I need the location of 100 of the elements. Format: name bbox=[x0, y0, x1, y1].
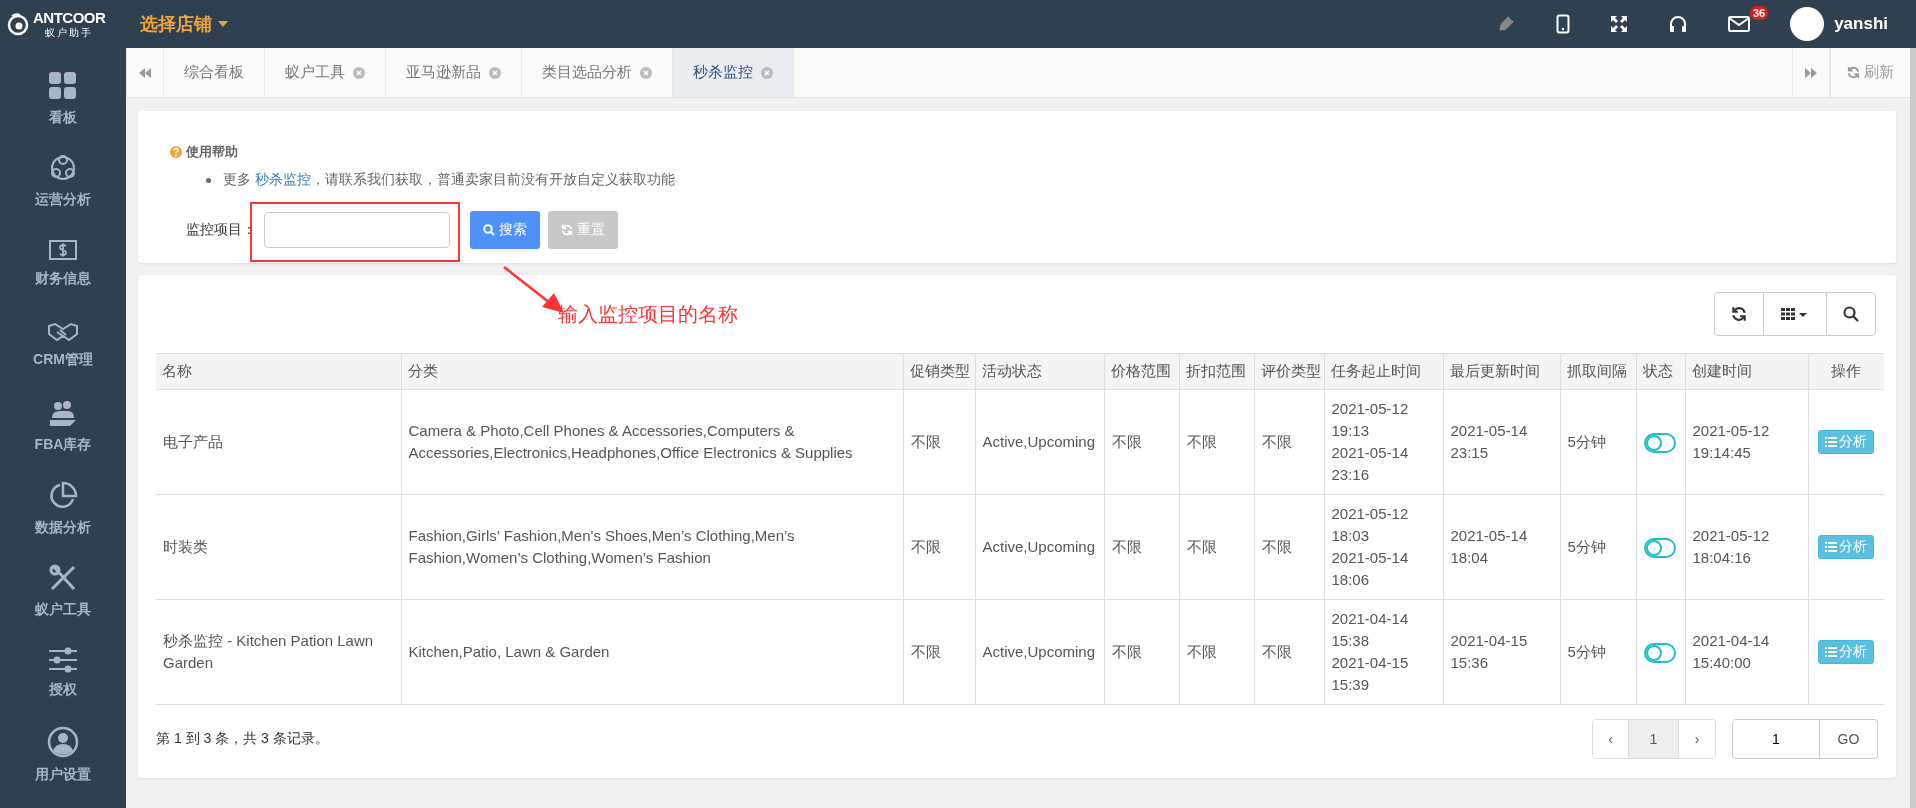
search-input[interactable] bbox=[264, 212, 450, 248]
close-icon[interactable] bbox=[640, 66, 652, 79]
table-cell: 不限 bbox=[910, 643, 941, 660]
table-cell: 不限 bbox=[1261, 643, 1292, 660]
money-icon bbox=[48, 238, 78, 262]
status-toggle[interactable] bbox=[1643, 538, 1676, 558]
close-icon[interactable] bbox=[761, 66, 773, 79]
sidebar-item[interactable]: CRM管理 bbox=[0, 304, 126, 386]
table-cell-text: 2021-05-14 18:06 bbox=[1331, 548, 1410, 590]
nodes-icon bbox=[48, 153, 78, 183]
refresh-icon bbox=[561, 224, 573, 236]
record-summary: 第 1 到 3 条，共 3 条记录。 bbox=[156, 730, 329, 748]
column-header: 创建时间 bbox=[1685, 353, 1808, 390]
column-header: 操作 bbox=[1808, 353, 1884, 390]
headphones-icon[interactable] bbox=[1668, 14, 1689, 34]
table-cell: Kitchen,Patio, Lawn & Garden bbox=[408, 643, 610, 660]
table-cell-text: 2021-05-12 18:03 bbox=[1331, 504, 1410, 546]
table-cell: 不限 bbox=[910, 433, 941, 450]
sidebar-item[interactable]: 财务信息 bbox=[0, 222, 126, 304]
sidebar-item[interactable]: 蚁户工具 bbox=[0, 550, 126, 632]
close-icon[interactable] bbox=[353, 66, 365, 79]
refresh-icon bbox=[1731, 306, 1747, 322]
double-left-icon bbox=[139, 67, 151, 78]
go-button[interactable]: GO bbox=[1820, 719, 1878, 759]
table-cell: 5分钟 bbox=[1567, 538, 1606, 555]
refresh-icon bbox=[1847, 66, 1860, 79]
user-name[interactable]: yanshi bbox=[1834, 14, 1888, 34]
close-icon[interactable] bbox=[489, 66, 501, 79]
scroll-right-button[interactable] bbox=[1792, 48, 1830, 97]
people-icon bbox=[48, 400, 78, 428]
sidebar-item[interactable]: 用户设置 bbox=[0, 714, 126, 796]
sidebar-item[interactable]: 看板 bbox=[0, 58, 126, 140]
grid-caret-icon bbox=[1781, 307, 1809, 321]
phone-icon[interactable] bbox=[1556, 14, 1571, 34]
table-cell-text: 2021-04-15 15:36 bbox=[1450, 631, 1529, 673]
search-button[interactable] bbox=[1826, 292, 1876, 336]
grid-icon bbox=[48, 71, 78, 101]
search-icon bbox=[483, 224, 495, 236]
table-cell: 不限 bbox=[1186, 643, 1217, 660]
column-header: 评价类型 bbox=[1254, 353, 1324, 390]
table-cell-text: 2021-05-12 19:14:45 bbox=[1692, 421, 1771, 463]
table-cell: 不限 bbox=[1111, 643, 1142, 660]
sliders-icon bbox=[48, 647, 78, 673]
store-selector[interactable]: 选择店铺 bbox=[140, 12, 228, 36]
field-label: 监控项目： bbox=[186, 221, 256, 239]
logo-icon bbox=[6, 12, 30, 36]
table-cell: 不限 bbox=[1186, 538, 1217, 555]
table-cell: 不限 bbox=[1111, 538, 1142, 555]
sidebar-item[interactable]: 运营分析 bbox=[0, 140, 126, 222]
sidebar-item[interactable]: 数据分析 bbox=[0, 468, 126, 550]
table-cell: 不限 bbox=[1111, 433, 1142, 450]
table-cell: 秒杀监控 - Kitchen Pation Lawn Garden bbox=[163, 632, 374, 671]
table-cell-text: 2021-04-14 15:38 bbox=[1331, 609, 1410, 651]
scroll-left-button[interactable] bbox=[126, 48, 164, 97]
fullscreen-icon[interactable] bbox=[1610, 15, 1629, 33]
help-link[interactable]: 秒杀监控 bbox=[254, 171, 311, 187]
caret-icon bbox=[218, 21, 228, 27]
search-button[interactable]: 搜索 bbox=[470, 211, 540, 249]
table-cell: 时装类 bbox=[163, 538, 208, 555]
pie-chart-icon bbox=[48, 481, 78, 511]
sidebar-item[interactable]: FBA库存 bbox=[0, 386, 126, 468]
status-toggle[interactable] bbox=[1643, 433, 1676, 453]
table-cell-text: 2021-05-14 23:15 bbox=[1450, 421, 1529, 463]
status-toggle[interactable] bbox=[1643, 643, 1676, 663]
table-cell: Camera & Photo,Cell Phones & Accessories,Computers & Accessories,Electronics,Headphones,Office Electronics & Supplies bbox=[408, 422, 853, 461]
search-icon bbox=[1843, 306, 1859, 322]
notification-badge: 36 bbox=[1749, 6, 1769, 20]
avatar[interactable] bbox=[1790, 7, 1825, 41]
logo-subtitle: 蚁户助手 bbox=[45, 25, 94, 40]
column-header: 抓取间隔 bbox=[1560, 353, 1636, 390]
bullet-icon bbox=[206, 177, 211, 183]
list-icon bbox=[1825, 542, 1838, 552]
table-cell: 5分钟 bbox=[1567, 433, 1606, 450]
column-header: 状态 bbox=[1636, 353, 1685, 390]
user-icon bbox=[47, 726, 79, 758]
columns-button[interactable] bbox=[1763, 292, 1827, 336]
column-header: 分类 bbox=[401, 353, 903, 390]
logo-name: ANTCOOR bbox=[33, 8, 106, 26]
table-cell-text: 2021-04-14 15:40:00 bbox=[1692, 631, 1771, 673]
table-cell-text: 2021-05-12 18:04:16 bbox=[1692, 526, 1771, 568]
table-cell: Active,Upcoming bbox=[982, 433, 1096, 450]
table-cell: 5分钟 bbox=[1567, 643, 1606, 660]
column-header: 促销类型 bbox=[903, 353, 975, 390]
table-cell: Active,Upcoming bbox=[982, 538, 1096, 555]
table-cell-text: 2021-05-14 23:16 bbox=[1331, 443, 1410, 485]
page-input[interactable]: 1 bbox=[1732, 719, 1820, 759]
help-title: 使用帮助 bbox=[186, 143, 238, 161]
table-cell-text: 2021-04-15 15:39 bbox=[1331, 653, 1410, 695]
table-cell: 不限 bbox=[910, 538, 941, 555]
table-cell-text: 2021-05-12 19:13 bbox=[1331, 399, 1410, 441]
page-button[interactable]: 1 bbox=[1629, 720, 1679, 758]
tab[interactable]: 秒杀监控 bbox=[673, 48, 794, 97]
column-header: 名称 bbox=[156, 353, 401, 390]
previous-page-button[interactable]: ‹ bbox=[1593, 720, 1629, 758]
sidebar-item[interactable]: 授权 bbox=[0, 632, 126, 714]
table-cell: Fashion,Girls’ Fashion,Men's Shoes,Men’s Clothing,Men’s Fashion,Women’s Clothing,Women’s Fashion bbox=[408, 527, 795, 566]
column-header: 折扣范围 bbox=[1179, 353, 1254, 390]
mail-icon[interactable] bbox=[1728, 16, 1751, 32]
refresh-button[interactable] bbox=[1714, 292, 1764, 336]
column-header: 任务起止时间 bbox=[1324, 353, 1443, 390]
